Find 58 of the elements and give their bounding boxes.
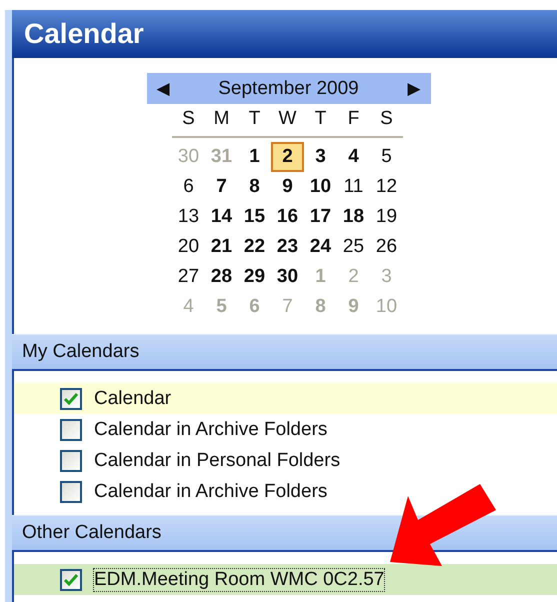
calendar-list-item[interactable]: Calendar in Archive Folders: [14, 476, 557, 507]
checkbox[interactable]: [60, 568, 82, 590]
calendar-list-item[interactable]: EDM.Meeting Room WMC 0C2.57: [14, 564, 557, 595]
day-cell[interactable]: 28: [205, 262, 238, 292]
day-cell[interactable]: 29: [238, 262, 271, 292]
month-label: September 2009: [218, 78, 359, 100]
day-cell[interactable]: 4: [337, 142, 370, 172]
day-cell[interactable]: 23: [271, 232, 304, 262]
calendar-name: Calendar in Archive Folders: [94, 418, 328, 440]
checkbox[interactable]: [60, 388, 82, 410]
day-cell[interactable]: 25: [337, 232, 370, 262]
day-cell[interactable]: 1: [238, 142, 271, 172]
calendar-name: EDM.Meeting Room WMC 0C2.57: [94, 568, 384, 590]
day-cell[interactable]: 7: [205, 172, 238, 202]
section-header[interactable]: Other Calendars: [12, 515, 557, 552]
day-cell[interactable]: 2: [271, 142, 304, 172]
day-cell[interactable]: 19: [370, 202, 403, 232]
checkbox[interactable]: [60, 480, 82, 502]
day-cell[interactable]: 27: [172, 262, 205, 292]
day-cell[interactable]: 5: [370, 142, 403, 172]
weekday-label: T: [248, 107, 262, 131]
calendar-name: Calendar in Personal Folders: [94, 450, 340, 472]
day-cell[interactable]: 26: [370, 232, 403, 262]
day-cell[interactable]: 8: [238, 172, 271, 202]
day-cell[interactable]: 20: [172, 232, 205, 262]
day-cell[interactable]: 9: [271, 172, 304, 202]
pane-title: Calendar: [12, 10, 557, 58]
day-cell[interactable]: 18: [337, 202, 370, 232]
day-cell[interactable]: 22: [238, 232, 271, 262]
day-cell[interactable]: 3: [304, 142, 337, 172]
calendar-list-item[interactable]: Calendar in Personal Folders: [14, 445, 557, 476]
weekday-label: F: [346, 107, 360, 131]
calendar-name: Calendar in Archive Folders: [94, 480, 328, 502]
day-cell[interactable]: 14: [205, 202, 238, 232]
day-cell[interactable]: 6: [172, 172, 205, 202]
calendar-name: Calendar: [94, 388, 172, 410]
weekday-label: M: [212, 107, 230, 131]
calendar-list-item[interactable]: Calendar: [14, 383, 557, 414]
day-cell[interactable]: 13: [172, 202, 205, 232]
weekday-label: S: [181, 107, 196, 131]
day-cell[interactable]: 17: [304, 202, 337, 232]
day-cell[interactable]: 11: [337, 172, 370, 202]
calendar-list-item[interactable]: Calendar in Archive Folders: [14, 414, 557, 445]
previous-month-button[interactable]: ◀: [156, 78, 170, 99]
day-cell[interactable]: 21: [205, 232, 238, 262]
day-cell[interactable]: 12: [370, 172, 403, 202]
weekday-label: S: [379, 107, 394, 131]
day-cell[interactable]: 24: [304, 232, 337, 262]
checkbox[interactable]: [60, 450, 82, 472]
weekday-label: W: [278, 107, 298, 131]
day-cell[interactable]: 16: [271, 202, 304, 232]
day-cell[interactable]: 10: [304, 172, 337, 202]
checkbox[interactable]: [60, 418, 82, 440]
weekday-label: T: [314, 107, 328, 131]
day-cell[interactable]: 30: [271, 262, 304, 292]
day-cell[interactable]: 15: [238, 202, 271, 232]
next-month-button[interactable]: ▶: [408, 78, 420, 99]
section-header[interactable]: My Calendars: [12, 334, 557, 371]
